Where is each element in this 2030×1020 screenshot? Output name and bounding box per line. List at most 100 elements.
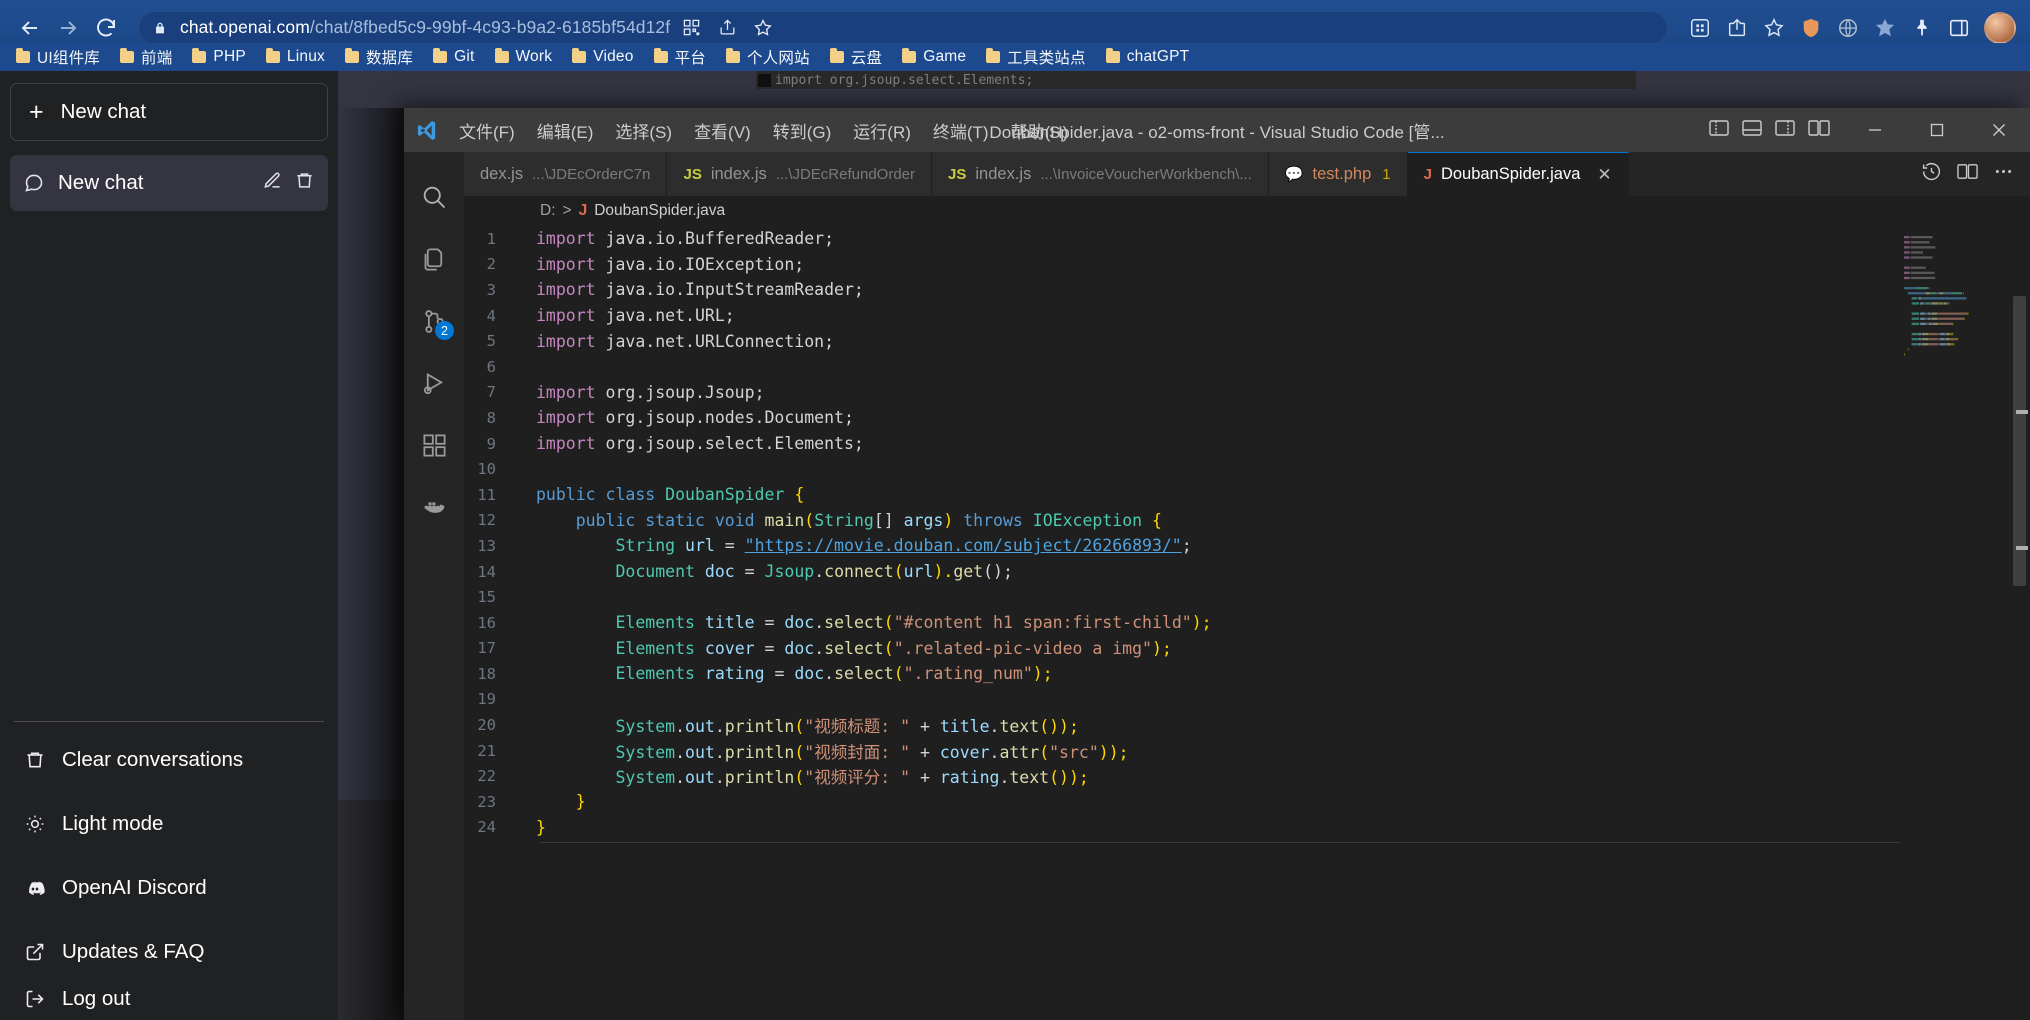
menu-go[interactable]: 转到(G) [762,114,843,147]
menu-view[interactable]: 查看(V) [683,114,762,147]
more-actions-icon[interactable] [1993,161,2014,187]
forward-button[interactable] [52,10,84,46]
bookmark-item[interactable]: 数据库 [337,45,421,69]
maximize-button[interactable] [1906,108,1968,152]
code-line[interactable]: 20 System.out.println("视频标题: " + title.t… [464,712,2030,738]
line-number: 15 [477,588,496,607]
bookmark-item[interactable]: Work [487,45,561,69]
code-line[interactable]: 3 import java.io.InputStreamReader; [464,277,2030,303]
qr-code-icon[interactable] [676,13,706,43]
code-line[interactable]: 17 Elements cover = doc.select(".related… [464,636,2030,662]
panel-bottom-icon[interactable] [1742,119,1762,142]
code-line[interactable]: 4 import java.net.URL; [464,303,2030,329]
code-line[interactable]: 14 Document doc = Jsoup.connect(url).get… [464,559,2030,585]
close-icon[interactable]: ✕ [1597,165,1611,185]
breadcrumb-file[interactable]: DoubanSpider.java [594,202,725,220]
openai-discord-link[interactable]: OpenAI Discord [10,856,328,920]
menu-help[interactable]: 帮助(H) [1000,114,1080,147]
list-item[interactable]: New chat [10,155,328,211]
code-line[interactable]: 19 [464,687,2030,713]
code-line[interactable]: 1 import java.io.BufferedReader; [464,226,2030,252]
code-line[interactable]: 2 import java.io.IOException; [464,252,2030,278]
bookmark-item[interactable]: Linux [258,45,333,69]
new-chat-button[interactable]: + New chat [10,83,328,141]
panel-right-icon[interactable] [1775,119,1795,142]
bookmark-item[interactable]: chatGPT [1098,45,1198,69]
tab-jdec-order[interactable]: dex.js ...\JDEcOrderC7n [464,152,668,196]
menu-terminal[interactable]: 终端(T) [922,114,1000,147]
breadcrumb-drive[interactable]: D: [540,202,556,220]
close-button[interactable] [1968,108,2030,152]
code-line[interactable]: 11 public class DoubanSpider { [464,482,2030,508]
code-line[interactable]: 7 import org.jsoup.Jsoup; [464,380,2030,406]
split-editor-icon[interactable] [1957,162,1978,186]
log-out-button[interactable]: Log out [10,984,328,1014]
code-line[interactable]: 5 import java.net.URLConnection; [464,328,2030,354]
updates-and-faq-link[interactable]: Updates & FAQ [10,920,328,984]
code-line[interactable]: 13 String url = "https://movie.douban.co… [464,533,2030,559]
explorer-icon[interactable] [404,228,464,290]
bookmark-item[interactable]: 个人网站 [718,45,818,69]
back-button[interactable] [14,10,46,46]
tab-invoice-voucher-workbench[interactable]: JS index.js ...\InvoiceVoucherWorkbench\… [932,152,1269,196]
pin-extension-icon[interactable] [1907,13,1937,43]
extensions-icon[interactable] [1870,13,1900,43]
star-icon[interactable] [748,13,778,43]
reload-button[interactable] [90,10,122,46]
tab-test-php[interactable]: 💬 test.php 1 [1268,152,1408,196]
trash-icon[interactable] [295,171,314,196]
code-line[interactable]: 16 Elements title = doc.select("#content… [464,610,2030,636]
bookmark-item[interactable]: UI组件库 [8,45,108,69]
menu-edit[interactable]: 编辑(E) [526,114,605,147]
bookmark-item[interactable]: Game [894,45,974,69]
sidebar-icon[interactable] [1944,13,1974,43]
history-icon[interactable] [1921,161,1942,187]
address-bar[interactable]: chat.openai.com/chat/8fbed5c9-99bf-4c93-… [138,10,1668,45]
code-line[interactable]: 21 System.out.println("视频封面: " + cover.a… [464,738,2030,764]
shield-icon[interactable] [1796,13,1826,43]
code-line[interactable]: 10 [464,456,2030,482]
search-icon[interactable] [404,166,464,228]
bookmark-item[interactable]: 前端 [112,45,180,69]
editor-tab-label: index.js [710,164,767,183]
vpn-icon[interactable] [1833,13,1863,43]
minimap[interactable] [1902,232,2010,752]
code-line[interactable]: 18 Elements rating = doc.select(".rating… [464,661,2030,687]
puzzle-extension-icon[interactable] [1685,13,1715,43]
bookmark-item[interactable]: 平台 [646,45,714,69]
bookmark-item[interactable]: 云盘 [822,45,890,69]
code-editor[interactable]: 1 import java.io.BufferedReader; 2 import j… [464,226,2030,1020]
bookmark-item[interactable]: 工具类站点 [978,45,1094,69]
menu-run[interactable]: 运行(R) [842,114,922,147]
code-line[interactable]: 24} [464,815,2030,841]
code-line[interactable]: 15 [464,584,2030,610]
docker-icon[interactable] [404,476,464,538]
share-icon[interactable] [712,13,742,43]
bookmark-item[interactable]: Git [425,45,482,69]
avatar[interactable] [1984,11,2016,44]
minimize-button[interactable] [1844,108,1906,152]
code-line[interactable]: 9 import org.jsoup.select.Elements; [464,431,2030,457]
share-icon[interactable] [1722,13,1752,43]
pencil-icon[interactable] [263,171,282,196]
source-control-icon[interactable]: 2 [404,290,464,352]
split-editor-icon[interactable] [1808,119,1830,142]
light-mode-button[interactable]: Light mode [10,792,328,856]
code-line[interactable]: 12 public static void main(String[] args… [464,508,2030,534]
extensions-icon[interactable] [404,414,464,476]
panel-left-icon[interactable] [1709,119,1729,142]
code-line[interactable]: 6 [464,354,2030,380]
menu-selection[interactable]: 选择(S) [604,114,683,147]
bookmark-item[interactable]: Video [564,45,641,69]
run-and-debug-icon[interactable] [404,352,464,414]
star-icon[interactable] [1759,13,1789,43]
tab-jdec-refund-order[interactable]: JS index.js ...\JDEcRefundOrder [667,152,933,196]
code-line[interactable]: 22 System.out.println("视频评分: " + rating.… [464,763,2030,789]
code-line[interactable]: 23 } [464,789,2030,815]
editor-scrollbar[interactable] [2013,296,2026,586]
menu-file[interactable]: 文件(F) [448,114,526,147]
code-line[interactable]: 8 import org.jsoup.nodes.Document; [464,405,2030,431]
bookmark-item[interactable]: PHP [184,45,253,69]
tab-doubanspider-java[interactable]: J DoubanSpider.java ✕ [1407,152,1629,196]
clear-conversations-button[interactable]: Clear conversations [10,728,328,792]
